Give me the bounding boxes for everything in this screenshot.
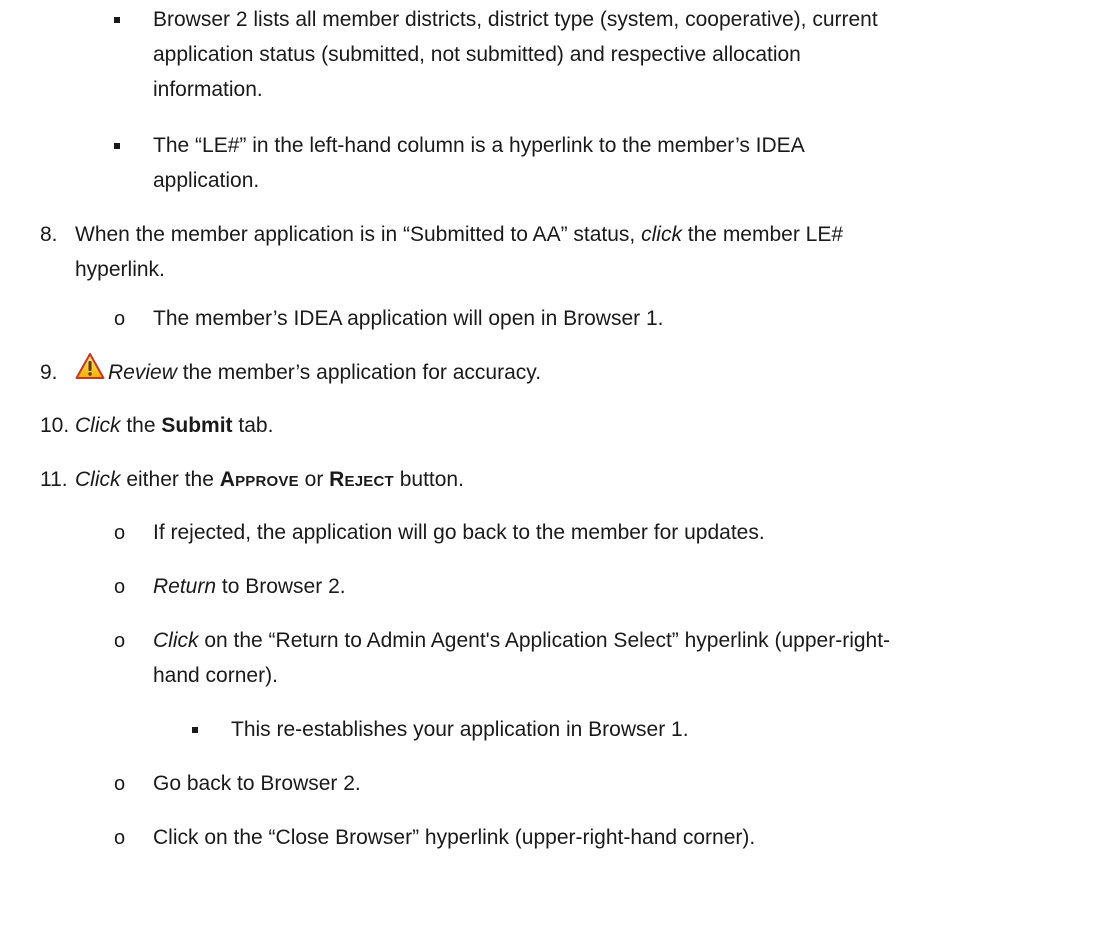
- bold-text: Submit: [161, 414, 233, 437]
- text: the member’s application for accuracy.: [176, 361, 542, 384]
- sub-line: Return to Browser 2.: [153, 571, 346, 603]
- text-line: Go back to Browser 2.: [153, 772, 361, 795]
- text-line: This re-establishes your application in …: [231, 718, 689, 741]
- approve-label: Approve: [219, 468, 299, 491]
- square-bullet: [192, 727, 198, 733]
- circle-bullet: o: [114, 773, 126, 795]
- step-10-line: Click the Submit tab.: [75, 410, 273, 442]
- text: the member LE#: [681, 223, 844, 246]
- text: When the member application is in “Submi…: [75, 223, 642, 246]
- step-number: 10.: [40, 414, 70, 437]
- text: or: [298, 468, 330, 491]
- text: to Browser 2.: [216, 575, 346, 598]
- text-line: Click on the “Close Browser” hyperlink (…: [153, 826, 756, 849]
- circle-bullet: o: [114, 308, 126, 330]
- sub-line: Click on the “Return to Admin Agent's Ap…: [153, 625, 890, 657]
- text-line: The “LE#” in the left-hand column is a h…: [153, 134, 805, 157]
- circle-bullet: o: [114, 522, 126, 544]
- italic-text: Review: [108, 361, 177, 384]
- text-line: information.: [153, 78, 263, 101]
- italic-text: Click: [75, 414, 121, 437]
- italic-text: Return: [153, 575, 217, 598]
- reject-label: Reject: [329, 468, 394, 491]
- italic-text: Click: [75, 468, 121, 491]
- italic-text: Click: [153, 629, 199, 652]
- italic-text: click: [641, 223, 682, 246]
- circle-bullet: o: [114, 630, 126, 652]
- text-line: Browser 2 lists all member districts, di…: [153, 8, 878, 31]
- text: the: [120, 414, 162, 437]
- step-9-line: Review the member’s application for accu…: [108, 357, 541, 389]
- text: on the “Return to Admin Agent's Applicat…: [198, 629, 891, 652]
- step-8-line: When the member application is in “Submi…: [75, 219, 843, 251]
- text-line: If rejected, the application will go bac…: [153, 521, 765, 544]
- step-number: 9.: [40, 361, 58, 384]
- text-line: hyperlink.: [75, 258, 165, 281]
- warning-icon: [75, 353, 105, 379]
- text: tab.: [232, 414, 274, 437]
- circle-bullet: o: [114, 827, 126, 849]
- text-line: The member’s IDEA application will open …: [153, 307, 664, 330]
- text-line: application.: [153, 169, 260, 192]
- square-bullet: [114, 17, 120, 23]
- step-number: 11.: [40, 468, 68, 491]
- square-bullet: [114, 143, 120, 149]
- step-11-line: Click either the Approve or Reject butto…: [75, 464, 464, 496]
- circle-bullet: o: [114, 576, 126, 598]
- text-line: application status (submitted, not submi…: [153, 43, 801, 66]
- text: either the: [120, 468, 220, 491]
- step-number: 8.: [40, 223, 58, 246]
- text: button.: [393, 468, 464, 491]
- text-line: hand corner).: [153, 664, 278, 687]
